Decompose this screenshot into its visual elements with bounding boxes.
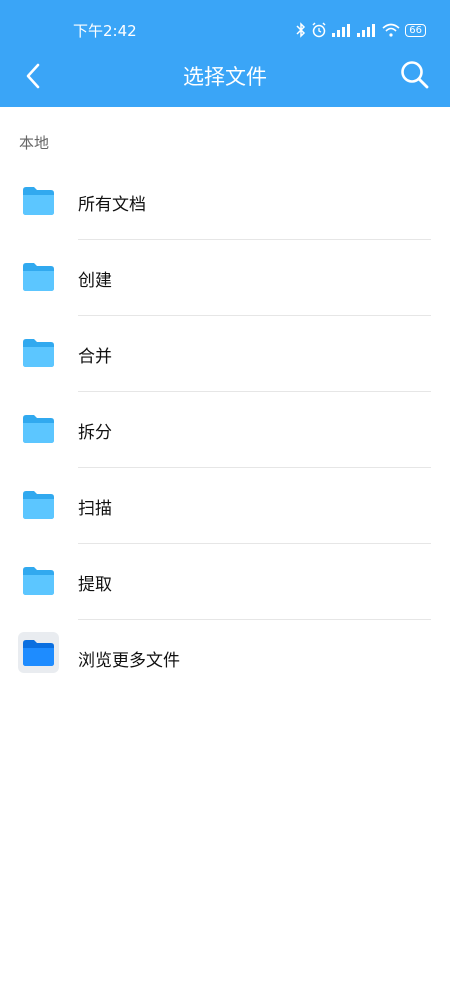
folder-icon [23, 339, 54, 367]
section-label: 本地 [19, 134, 50, 152]
battery-indicator: 66 [405, 23, 426, 37]
list-item-label: 创建 [78, 271, 112, 291]
folder-icon [23, 491, 54, 519]
search-icon [401, 61, 429, 89]
list-item-all-documents[interactable]: 所有文档 [0, 164, 450, 240]
list-item-label: 提取 [78, 575, 112, 595]
app-bar: 下午2:42 66 选择文件 [0, 0, 450, 107]
status-icons: 66 [296, 20, 426, 40]
signal-hd-icon [357, 24, 376, 37]
bluetooth-icon [296, 22, 306, 38]
folder-icon [23, 567, 54, 595]
list-item-create[interactable]: 创建 [0, 240, 450, 316]
signal-icon [332, 24, 351, 37]
list-item-label: 拆分 [78, 423, 112, 443]
list-item-split[interactable]: 拆分 [0, 392, 450, 468]
list-item-merge[interactable]: 合并 [0, 316, 450, 392]
list-item-scan[interactable]: 扫描 [0, 468, 450, 544]
battery-level: 66 [409, 24, 422, 36]
folder-icon [23, 263, 54, 291]
page-title: 选择文件 [183, 65, 267, 89]
folder-icon [23, 187, 54, 215]
alarm-icon [312, 22, 326, 38]
list-item-label: 所有文档 [78, 195, 146, 215]
list-item-extract[interactable]: 提取 [0, 544, 450, 620]
files-app-icon [23, 640, 54, 666]
wifi-icon [382, 23, 400, 37]
list-item-label: 浏览更多文件 [78, 651, 180, 671]
search-button[interactable] [398, 58, 432, 92]
list-item-label: 合并 [78, 347, 112, 367]
folder-icon [23, 415, 54, 443]
status-time: 下午2:42 [73, 22, 137, 40]
file-source-list: 所有文档 创建 合并 拆分 扫描 提取 浏览更多文件 [0, 164, 450, 696]
list-item-browse-more[interactable]: 浏览更多文件 [0, 620, 450, 696]
list-item-label: 扫描 [78, 499, 112, 519]
